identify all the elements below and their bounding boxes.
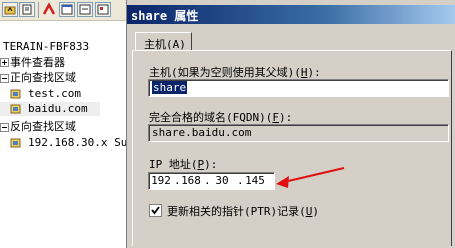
annotation-arrow-icon	[276, 167, 345, 188]
